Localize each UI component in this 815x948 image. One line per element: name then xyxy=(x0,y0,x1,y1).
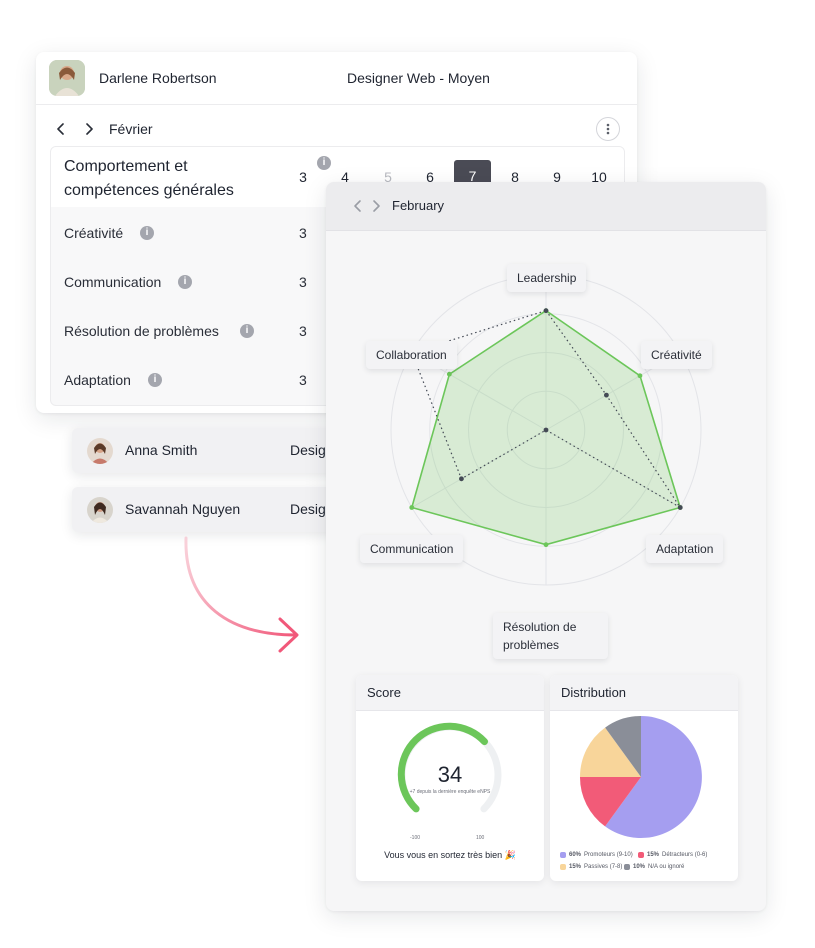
list-item[interactable]: Anna Smith Design xyxy=(72,428,362,473)
distribution-header: Distribution xyxy=(550,675,738,711)
chevron-left-icon[interactable] xyxy=(54,122,68,136)
criteria-value: 3 xyxy=(299,274,307,290)
radar-point xyxy=(459,476,464,482)
list-item-name: Savannah Nguyen xyxy=(125,501,241,517)
chevron-right-icon[interactable] xyxy=(369,199,383,213)
avatar xyxy=(87,497,113,523)
score-message: Vous vous en sortez très bien 🎉 xyxy=(384,850,516,860)
criteria-value: 3 xyxy=(299,225,307,241)
section-title: Comportement et compétences générales xyxy=(64,158,234,199)
month-label: February xyxy=(392,198,445,213)
legend-pct: 15% xyxy=(647,852,660,858)
legend-label: N/A ou ignoré xyxy=(648,864,685,870)
legend-swatch xyxy=(638,852,644,858)
radar-point xyxy=(604,392,609,398)
month-label: Février xyxy=(109,121,153,137)
criteria-label: Créativité xyxy=(64,225,124,241)
info-icon[interactable]: i xyxy=(317,156,331,170)
radar-point xyxy=(543,308,549,314)
radar-point xyxy=(446,371,452,377)
distribution-pie xyxy=(579,715,702,838)
legend-label: Passives (7-8) xyxy=(584,864,623,870)
list-item[interactable]: Savannah Nguyen Design xyxy=(72,487,362,532)
axis-label-leadership: Leadership xyxy=(507,264,587,292)
info-icon[interactable]: i xyxy=(240,324,254,338)
avatar xyxy=(49,60,85,96)
legend-item: 15% Détracteurs (0-6) xyxy=(638,852,707,858)
legend-pct: 60% xyxy=(569,852,582,858)
legend-pct: 10% xyxy=(633,864,646,870)
radar-point xyxy=(409,505,415,510)
score-max-label: 100 xyxy=(476,835,485,841)
report-panel: February Leadership Créativité Adaptatio… xyxy=(326,182,766,911)
radar-svg xyxy=(390,274,702,586)
panel-header: February xyxy=(326,182,766,231)
radar-point xyxy=(637,373,643,379)
more-button[interactable] xyxy=(596,117,620,141)
info-icon[interactable]: i xyxy=(140,226,154,240)
score-header: Score xyxy=(356,675,544,711)
legend-item: 10% N/A ou ignoré xyxy=(624,864,684,870)
distribution-card: Distribution 60% Promoteurs (9-10) 15% D… xyxy=(550,675,738,881)
axis-label-resolution: Résolution de problèmes xyxy=(493,613,608,659)
avatar xyxy=(87,438,113,464)
axis-label-creativite: Créativité xyxy=(641,341,712,369)
legend-pct: 15% xyxy=(569,864,582,870)
score-title: Score xyxy=(367,685,401,700)
info-icon[interactable]: i xyxy=(178,275,192,289)
legend-swatch xyxy=(624,864,630,870)
chevron-left-icon[interactable] xyxy=(351,199,365,213)
radar-chart: Leadership Créativité Adaptation Résolut… xyxy=(326,230,766,660)
curved-arrow-icon xyxy=(184,536,299,653)
criteria-label: Adaptation xyxy=(64,372,131,388)
criteria-value: 3 xyxy=(299,323,307,339)
criteria-value: 3 xyxy=(299,372,307,388)
legend-swatch xyxy=(560,864,566,870)
distribution-title: Distribution xyxy=(561,685,627,700)
panel-header: Darlene Robertson Designer Web - Moyen xyxy=(36,52,637,105)
score-min-label: -100 xyxy=(410,835,421,841)
radar-point xyxy=(677,505,683,510)
person-role: Designer Web - Moyen xyxy=(347,70,490,86)
legend-swatch xyxy=(560,852,566,858)
legend-item: 15% Passives (7-8) xyxy=(560,864,622,870)
list-item-name: Anna Smith xyxy=(125,442,198,458)
person-name: Darlene Robertson xyxy=(99,70,217,86)
criteria-label: Communication xyxy=(64,274,162,290)
scale-3[interactable]: 3 xyxy=(291,169,315,185)
more-vertical-icon xyxy=(606,123,610,135)
axis-label-communication: Communication xyxy=(360,535,464,563)
chevron-right-icon[interactable] xyxy=(82,122,96,136)
legend-label: Détracteurs (0-6) xyxy=(662,852,708,858)
info-icon[interactable]: i xyxy=(148,373,162,387)
legend-item: 60% Promoteurs (9-10) xyxy=(560,852,633,858)
radar-point xyxy=(543,427,549,433)
axis-label-collaboration: Collaboration xyxy=(366,341,457,369)
score-card: Score 34 +7 depuis la dernière enquête e… xyxy=(356,675,544,881)
legend-label: Promoteurs (9-10) xyxy=(584,852,633,858)
score-subtitle: +7 depuis la dernière enquête eNPS xyxy=(409,789,491,795)
axis-label-adaptation: Adaptation xyxy=(646,535,724,563)
radar-point xyxy=(543,542,549,548)
score-value: 34 xyxy=(437,762,463,787)
criteria-label: Résolution de problèmes xyxy=(64,323,219,339)
